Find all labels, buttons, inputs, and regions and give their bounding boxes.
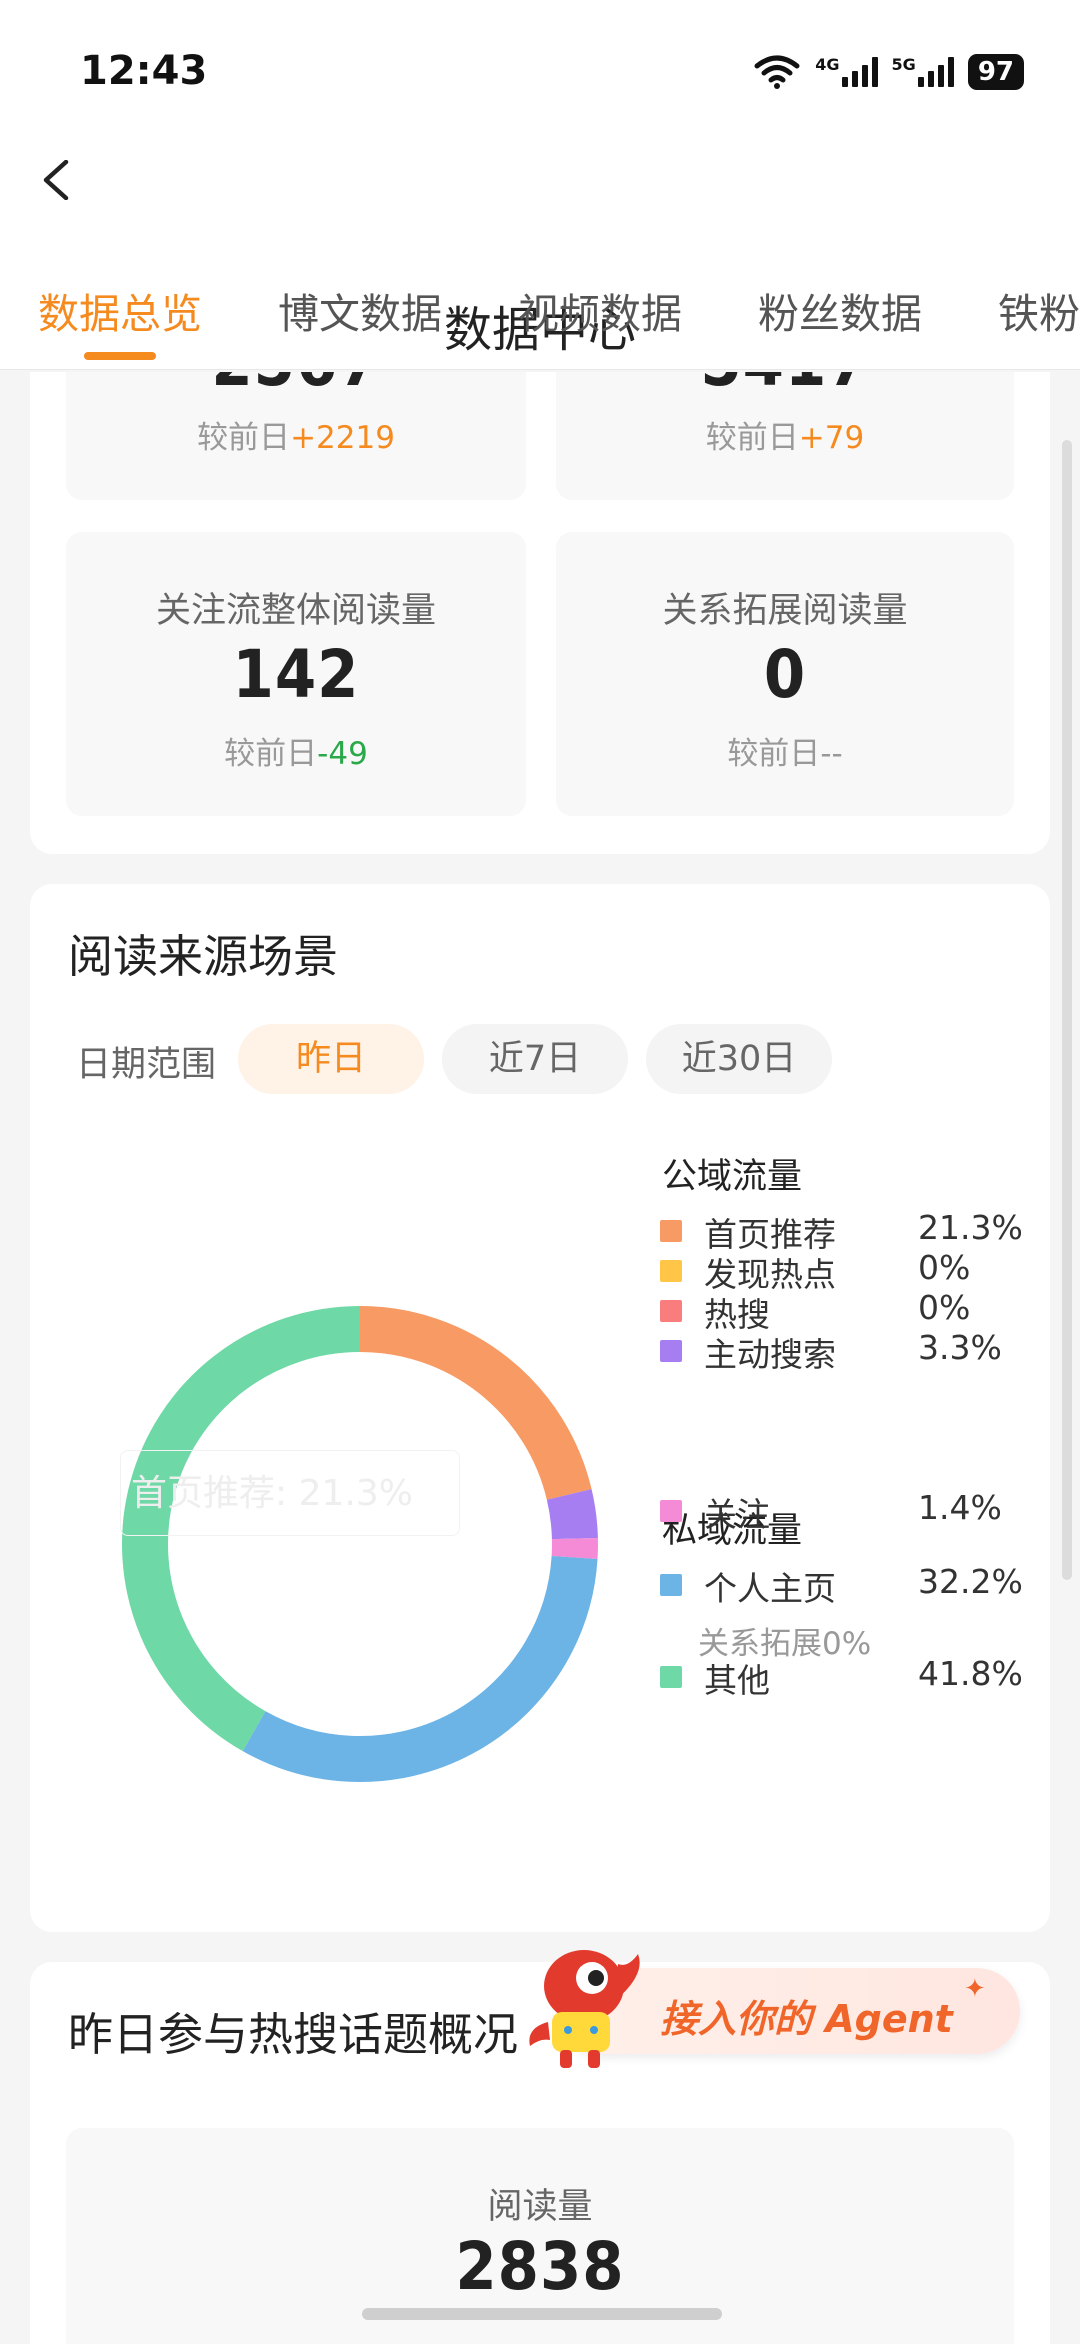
tab-fans-data[interactable]: 粉丝数据: [758, 280, 922, 340]
scrollbar[interactable]: [1062, 440, 1072, 1580]
metric-value: 142: [232, 636, 360, 713]
tab-post-data[interactable]: 博文数据: [278, 280, 442, 340]
range-7-days[interactable]: 近7日: [442, 1024, 628, 1094]
tab-video-data[interactable]: 视频数据: [518, 280, 682, 340]
legend-swatch: [660, 1574, 682, 1596]
legend-item-3[interactable]: 主动搜索 3.3%: [660, 1328, 1040, 1374]
tab-iron-fans[interactable]: 铁粉: [998, 280, 1080, 340]
legend-value: 3.3%: [918, 1328, 1002, 1367]
legend-swatch: [660, 1220, 682, 1242]
legend-public-title: 公域流量: [662, 1157, 803, 1197]
tab-underline: [84, 352, 156, 360]
legend-item-5[interactable]: 个人主页 32.2%: [660, 1562, 1040, 1608]
status-icons: 4G 5G 97: [753, 52, 1024, 92]
chart-tooltip: 首页推荐: 21.3%: [120, 1450, 460, 1536]
home-indicator[interactable]: [362, 2308, 722, 2320]
tab-bar: 数据总览 博文数据 视频数据 粉丝数据 铁粉: [0, 280, 1080, 360]
signal-4g: 4G: [815, 57, 878, 87]
read-source-card: 阅读来源场景 日期范围 昨日 近7日 近30日 首页推荐: 21.3% 公域流量…: [30, 884, 1050, 1932]
metric-label: 关注流整体阅读量: [155, 591, 436, 631]
back-arrow-icon[interactable]: [38, 160, 78, 200]
status-bar: 12:43 4G 5G 97: [0, 0, 1080, 140]
section-title: 阅读来源场景: [68, 930, 339, 983]
range-yesterday[interactable]: 昨日: [238, 1024, 424, 1094]
legend-label: 关注: [704, 1495, 770, 1534]
donut-slice-3[interactable]: [546, 1489, 598, 1540]
range-30-days[interactable]: 近30日: [646, 1024, 832, 1094]
status-time: 12:43: [80, 48, 208, 94]
legend-swatch: [660, 1340, 682, 1362]
metric-card-top-right: 5417 较前日+79: [556, 372, 1014, 500]
legend-value: 0%: [918, 1288, 971, 1327]
legend-swatch: [660, 1500, 682, 1522]
metric-value: 2838: [455, 2228, 625, 2305]
signal-bars-icon: [841, 57, 878, 87]
metric-card-top-left: 2567 较前日+2219: [66, 372, 526, 500]
legend-item-2[interactable]: 热搜 0%: [660, 1288, 1040, 1334]
metric-value: 0: [763, 636, 807, 713]
metric-label: 阅读量: [487, 2187, 593, 2227]
agent-banner-text: 接入你的 Agent: [660, 1997, 953, 2041]
mascot-icon: [529, 1950, 640, 2068]
legend-swatch: [660, 1300, 682, 1322]
legend-swatch: [660, 1260, 682, 1282]
sparkle-icon: ✦: [964, 1974, 986, 2004]
signal-5g: 5G: [892, 57, 954, 87]
donut-slice-5[interactable]: [242, 1555, 598, 1782]
legend-swatch: [660, 1666, 682, 1688]
legend-value: 21.3%: [918, 1208, 1023, 1247]
wifi-icon: [754, 55, 800, 89]
metric-card-relation-read[interactable]: 关系拓展阅读量 0 较前日--: [556, 532, 1014, 816]
battery-indicator: 97: [967, 54, 1024, 90]
legend-item-1[interactable]: 发现热点 0%: [660, 1248, 1040, 1294]
section-title: 昨日参与热搜话题概况: [68, 2008, 519, 2061]
read-source-donut-chart[interactable]: [80, 1264, 640, 1824]
metric-compare: 较前日-49: [224, 736, 368, 772]
legend-item-6[interactable]: 其他 41.8%: [660, 1654, 1040, 1700]
legend-item-4[interactable]: 关注 1.4%: [660, 1488, 1040, 1534]
legend-item-0[interactable]: 首页推荐 21.3%: [660, 1208, 1040, 1254]
date-range-label: 日期范围: [76, 1045, 217, 1085]
metric-label: 关系拓展阅读量: [662, 591, 908, 631]
legend-value: 32.2%: [918, 1562, 1023, 1601]
metric-compare: 较前日+79: [705, 420, 865, 456]
signal-bars-icon: [917, 57, 954, 87]
legend-value: 41.8%: [918, 1654, 1023, 1693]
metric-compare: 较前日--: [727, 736, 843, 772]
legend-label: 个人主页: [704, 1569, 836, 1608]
scroll-content: 2567 较前日+2219 5417 较前日+79 关注流整体阅读量 142 较…: [0, 372, 1080, 2344]
metric-value: 5417: [556, 372, 1014, 401]
metric-compare: 较前日+2219: [197, 420, 395, 456]
tab-overview[interactable]: 数据总览: [38, 280, 202, 340]
legend-label: 主动搜索: [704, 1335, 836, 1374]
overview-card: 2567 较前日+2219 5417 较前日+79 关注流整体阅读量 142 较…: [30, 372, 1050, 854]
legend-value: 1.4%: [918, 1488, 1002, 1527]
metric-card-follow-read[interactable]: 关注流整体阅读量 142 较前日-49: [66, 532, 526, 816]
agent-banner[interactable]: 接入你的 Agent ✦: [520, 1944, 1020, 2068]
metric-value: 2567: [66, 372, 526, 401]
legend-label: 其他: [704, 1661, 770, 1700]
legend-value: 0%: [918, 1248, 971, 1287]
